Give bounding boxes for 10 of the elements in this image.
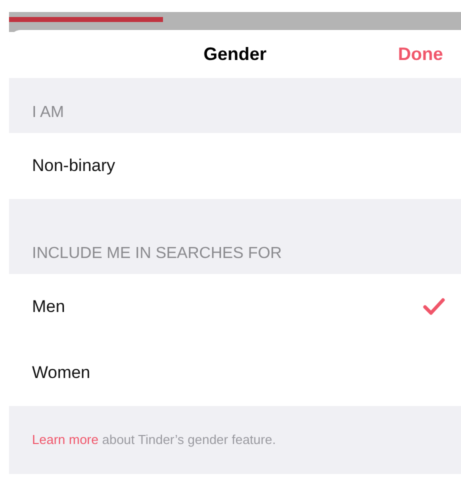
option-label: Women	[32, 362, 92, 384]
option-label: Non-binary	[32, 155, 116, 178]
window-title: Gender	[203, 42, 267, 66]
option-label: Men	[32, 296, 66, 318]
section-heading: I AM	[32, 103, 64, 123]
section-heading: INCLUDE ME IN SEARCHES FOR	[32, 244, 282, 264]
option-row[interactable]: Men	[9, 274, 461, 340]
option-row[interactable]: Women	[9, 340, 461, 406]
option-row[interactable]: Non-binary	[9, 133, 461, 199]
footer-note: Learn more about Tinder’s gender feature.	[32, 431, 276, 450]
